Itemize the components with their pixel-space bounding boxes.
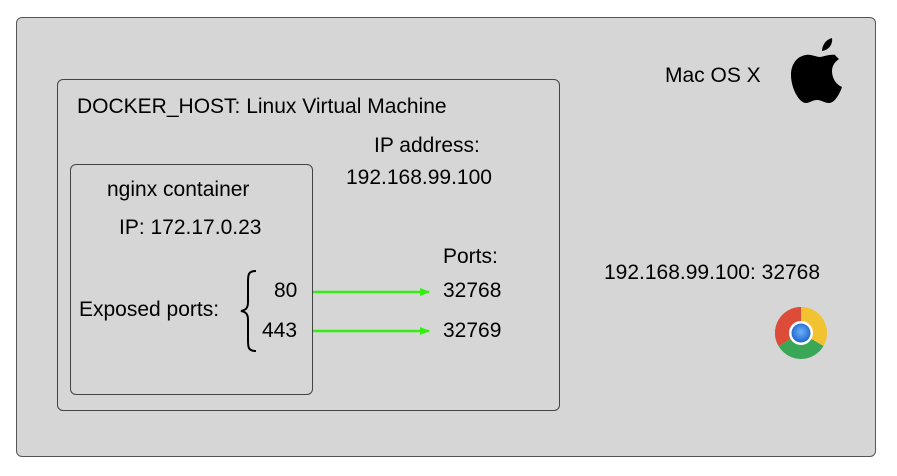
- container-port: 443: [262, 319, 298, 342]
- container-title: nginx container: [107, 178, 250, 201]
- exposed-ports-label: Exposed ports:: [79, 298, 220, 321]
- host-port: 32769: [443, 319, 502, 342]
- host-port: 32768: [443, 279, 502, 302]
- vm-ip-value: 192.168.99.100: [346, 166, 492, 189]
- os-label: Mac OS X: [665, 64, 761, 87]
- container-ip: IP: 172.17.0.23: [119, 216, 262, 239]
- browser-url: 192.168.99.100: 32768: [604, 261, 821, 284]
- vm-ip-label: IP address:: [374, 134, 480, 157]
- vm-ports-label: Ports:: [443, 245, 498, 268]
- container-port: 80: [274, 279, 298, 302]
- vm-title: DOCKER_HOST: Linux Virtual Machine: [77, 95, 447, 118]
